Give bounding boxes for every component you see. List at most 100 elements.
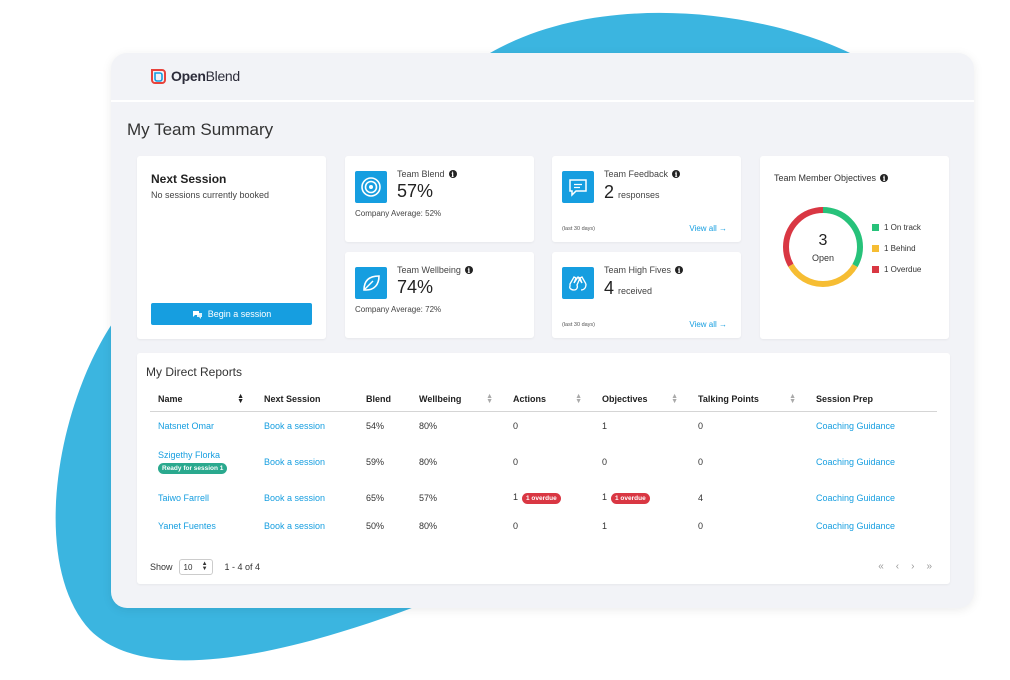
prev-page-button[interactable]: ‹ <box>896 561 899 572</box>
first-page-button[interactable]: « <box>878 561 884 572</box>
sort-icon[interactable]: ▲ ▼ <box>237 393 244 405</box>
objectives-cell: 1 <box>602 521 608 531</box>
high-five-icon <box>562 267 594 299</box>
objectives-cell: 0 <box>602 457 608 467</box>
team-high-fives-label: Team High Fives i <box>604 265 684 275</box>
coaching-guidance-link[interactable]: Coaching Guidance <box>816 421 895 431</box>
sort-icon[interactable]: ▲ ▼ <box>789 393 796 405</box>
info-icon[interactable]: i <box>672 170 681 179</box>
wellbeing-cell: 57% <box>419 493 438 503</box>
team-wellbeing-card: Team Wellbeing i 74% Company Average: 72% <box>345 252 534 338</box>
next-page-button[interactable]: › <box>911 561 914 572</box>
column-header-actions[interactable]: Actions ▲ ▼ <box>505 387 594 412</box>
team-feedback-label: Team Feedback i <box>604 169 681 179</box>
column-header-talking-points[interactable]: Talking Points ▲ ▼ <box>690 387 808 412</box>
sort-icon[interactable]: ▲ ▼ <box>671 393 678 405</box>
team-high-fives-unit: received <box>618 286 653 296</box>
info-icon[interactable]: i <box>448 170 457 179</box>
column-header-name[interactable]: Name ▲ ▼ <box>150 387 256 412</box>
team-high-fives-card: Team High Fives i 4 received (last 30 day… <box>552 252 741 338</box>
team-high-fives-period: (last 30 days) <box>562 322 596 328</box>
info-icon[interactable]: i <box>464 266 473 275</box>
overdue-badge: 1 overdue <box>611 493 650 504</box>
top-bar: OpenBlend <box>111 53 974 102</box>
pagination-info: Show 10 ▲ ▼ 1 - 4 of 4 <box>150 559 260 575</box>
show-label: Show <box>150 562 173 572</box>
team-feedback-period: (last 30 days) <box>562 226 596 232</box>
blend-cell: 50% <box>366 521 385 531</box>
feedback-view-all-link[interactable]: View all → <box>689 224 727 233</box>
high-fives-view-all-link[interactable]: View all → <box>689 320 727 329</box>
table-row: Yanet Fuentes Book a session 50% 80% 0 1… <box>150 512 937 540</box>
blend-cell: 65% <box>366 493 385 503</box>
column-header-objectives[interactable]: Objectives ▲ ▼ <box>594 387 690 412</box>
coaching-guidance-link[interactable]: Coaching Guidance <box>816 521 895 531</box>
openblend-logo-icon <box>151 69 166 84</box>
next-session-text: No sessions currently booked <box>151 190 270 200</box>
legend-swatch <box>872 224 879 231</box>
begin-session-button[interactable]: Begin a session <box>151 303 312 325</box>
talking-points-cell: 4 <box>698 493 704 503</box>
book-session-link[interactable]: Book a session <box>264 421 325 431</box>
talking-points-cell: 0 <box>698 457 704 467</box>
column-header-next-session: Next Session <box>256 387 358 412</box>
table-header-row: Name ▲ ▼ Next Session Blend Wellbeing ▲ ▼ Ac… <box>150 387 937 412</box>
pagination-controls: « ‹ › » <box>878 561 932 572</box>
legend-swatch <box>872 245 879 252</box>
table-row: Taiwo Farrell Book a session 65% 57% 11 … <box>150 484 937 512</box>
team-high-fives-count: 4 received <box>604 278 652 299</box>
report-name-link[interactable]: Taiwo Farrell <box>158 493 209 503</box>
wellbeing-cell: 80% <box>419 421 438 431</box>
objectives-title: Team Member Objectives i <box>774 173 889 183</box>
target-icon <box>355 171 387 203</box>
team-wellbeing-company-average: Company Average: 72% <box>355 305 442 314</box>
team-objectives-card: Team Member Objectives i 3 Open 1 On trac… <box>760 156 949 339</box>
objectives-open-count: 3 <box>819 232 828 249</box>
objectives-donut-chart: 3 Open <box>783 207 863 287</box>
report-name-link[interactable]: Natsnet Omar <box>158 421 214 431</box>
report-name-link[interactable]: Yanet Fuentes <box>158 521 216 531</box>
column-header-session-prep: Session Prep <box>808 387 937 412</box>
team-high-fives-value: 4 <box>604 278 615 298</box>
wellbeing-cell: 80% <box>419 457 438 467</box>
team-feedback-unit: responses <box>618 190 660 200</box>
arrow-right-icon: → <box>719 224 727 233</box>
wellbeing-cell: 80% <box>419 521 438 531</box>
objectives-legend: 1 On track 1 Behind 1 Overdue <box>872 217 921 280</box>
sort-icon[interactable]: ▲ ▼ <box>575 393 582 405</box>
sort-icon[interactable]: ▲ ▼ <box>486 393 493 405</box>
chat-icon <box>562 171 594 203</box>
objectives-cell: 11 overdue <box>594 484 690 512</box>
book-session-link[interactable]: Book a session <box>264 521 325 531</box>
legend-swatch <box>872 266 879 273</box>
overdue-badge: 1 overdue <box>522 493 561 504</box>
brand-name: OpenBlend <box>171 68 240 84</box>
team-blend-company-average: Company Average: 52% <box>355 209 442 218</box>
blend-cell: 54% <box>366 421 385 431</box>
direct-reports-card: My Direct Reports Name ▲ ▼ Next Session Bl… <box>137 353 950 584</box>
objectives-cell: 1 <box>602 421 608 431</box>
book-session-link[interactable]: Book a session <box>264 457 325 467</box>
coaching-guidance-link[interactable]: Coaching Guidance <box>816 457 895 467</box>
openblend-logo[interactable]: OpenBlend <box>149 67 240 85</box>
blend-cell: 59% <box>366 457 385 467</box>
book-session-link[interactable]: Book a session <box>264 493 325 503</box>
actions-cell: 0 <box>513 421 519 431</box>
info-icon[interactable]: i <box>880 174 889 183</box>
direct-reports-table: Name ▲ ▼ Next Session Blend Wellbeing ▲ ▼ Ac… <box>150 387 937 540</box>
team-blend-card: Team Blend i 57% Company Average: 52% <box>345 156 534 242</box>
column-header-wellbeing[interactable]: Wellbeing ▲ ▼ <box>411 387 505 412</box>
team-feedback-value: 2 <box>604 182 615 202</box>
coaching-guidance-link[interactable]: Coaching Guidance <box>816 493 895 503</box>
actions-cell: 0 <box>513 521 519 531</box>
last-page-button[interactable]: » <box>926 561 932 572</box>
team-wellbeing-label: Team Wellbeing i <box>397 265 473 275</box>
legend-on-track: 1 On track <box>872 217 921 238</box>
info-icon[interactable]: i <box>675 266 684 275</box>
report-name-link[interactable]: Szigethy Florka <box>158 450 220 460</box>
legend-overdue: 1 Overdue <box>872 259 921 280</box>
actions-cell: 11 overdue <box>505 484 594 512</box>
next-session-title: Next Session <box>151 172 227 186</box>
page-size-select[interactable]: 10 ▲ ▼ <box>178 559 213 575</box>
objectives-open-label: Open <box>812 253 834 263</box>
